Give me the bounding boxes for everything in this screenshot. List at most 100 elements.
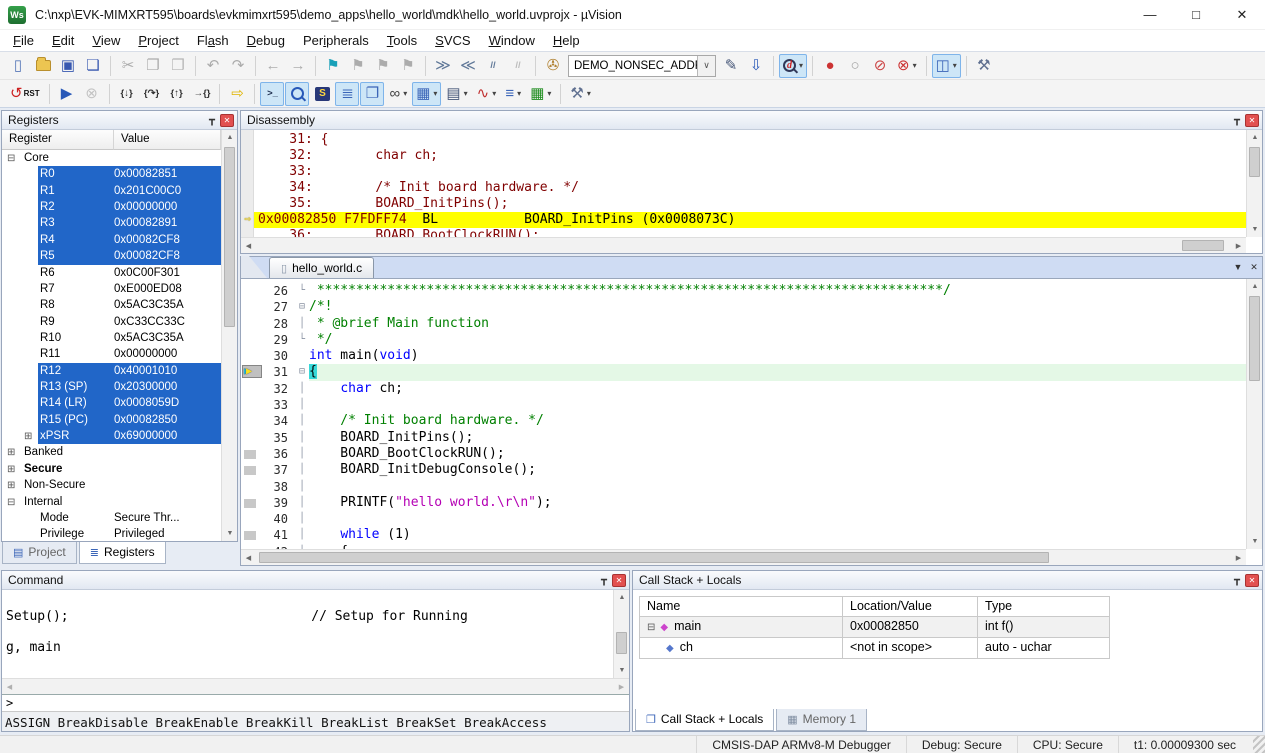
disassembly-line[interactable]: 36: BOARD_BootClockRUN(); <box>241 228 1246 237</box>
maximize-button[interactable]: □ <box>1173 0 1219 29</box>
close-document-button[interactable]: ✕ <box>1246 259 1262 275</box>
bookmark-prev-button[interactable]: ⚑ <box>346 54 370 78</box>
scrollbar-thumb[interactable] <box>259 552 1049 563</box>
menu-file[interactable]: File <box>4 31 43 50</box>
register-row[interactable]: R10x201C00C0 <box>2 183 221 199</box>
code-text[interactable] <box>309 479 1246 495</box>
disassembly-line[interactable]: 33: <box>241 164 1246 180</box>
column-header-type[interactable]: Type <box>978 596 1110 617</box>
paste-button[interactable]: ❒ <box>166 54 190 78</box>
resize-grip[interactable] <box>1253 736 1265 753</box>
register-row[interactable]: ⊟Core <box>2 150 221 166</box>
target-select-combo[interactable]: DEMO_NONSEC_ADDRES∨ <box>568 55 716 77</box>
code-text[interactable]: while (1) <box>309 527 1246 543</box>
menu-debug[interactable]: Debug <box>238 31 294 50</box>
call-stack-row[interactable]: ⊟◆main0x00082850int f() <box>639 617 1110 638</box>
register-row[interactable]: R120x40001010 <box>2 363 221 379</box>
code-line[interactable]: 26└ ************************************… <box>241 283 1246 299</box>
register-row[interactable]: ⊟Internal <box>2 494 221 510</box>
symbol-window-button[interactable]: S <box>310 82 334 106</box>
code-line[interactable]: 38│ <box>241 479 1246 495</box>
show-next-statement-button[interactable]: ⇨ <box>225 82 249 106</box>
disassembly-content[interactable]: ⇨ 31: { 32: char ch; 33: 34: /* Init boa… <box>241 130 1246 237</box>
uncomment-button[interactable]: // <box>506 54 530 78</box>
navigate-forward-button[interactable]: → <box>286 54 310 78</box>
scroll-down-icon[interactable]: ▼ <box>222 526 238 541</box>
scrollbar-thumb[interactable] <box>1249 147 1260 177</box>
scrollbar-thumb[interactable] <box>1249 296 1260 381</box>
disassembly-window-button[interactable] <box>285 82 309 106</box>
bookmark-clear-button[interactable]: ⚑ <box>396 54 420 78</box>
save-all-button[interactable]: ❏ <box>81 54 105 78</box>
pin-icon[interactable]: ┳ <box>1234 575 1240 586</box>
code-text[interactable]: BOARD_BootClockRUN(); <box>309 446 1246 462</box>
register-row[interactable]: R13 (SP)0x20300000 <box>2 379 221 395</box>
register-row[interactable]: R00x00082851 <box>2 166 221 182</box>
tree-expander-icon[interactable]: ⊟ <box>7 495 15 511</box>
code-text[interactable]: * @brief Main function <box>309 316 1246 332</box>
code-text[interactable]: char ch; <box>309 381 1246 397</box>
menu-svcs[interactable]: SVCS <box>426 31 479 50</box>
scroll-right-icon[interactable]: ▶ <box>614 679 629 694</box>
value-column-label[interactable]: Value <box>114 130 221 150</box>
disassembly-line[interactable]: 34: /* Init board hardware. */ <box>241 180 1246 196</box>
register-row[interactable]: R20x00000000 <box>2 199 221 215</box>
register-row[interactable]: R60x0C00F301 <box>2 265 221 281</box>
code-text[interactable]: int main(void) <box>309 348 1246 364</box>
scrollbar-thumb[interactable] <box>616 632 627 654</box>
menu-tools[interactable]: Tools <box>378 31 426 50</box>
register-row[interactable]: ⊞xPSR0x69000000 <box>2 428 221 444</box>
scroll-left-icon[interactable]: ◀ <box>241 550 256 565</box>
step-into-button[interactable]: {↓} <box>115 82 139 106</box>
scrollbar-thumb[interactable] <box>1182 240 1224 251</box>
disassembly-hscrollbar[interactable]: ◀ ▶ <box>241 237 1246 253</box>
bookmark-next-button[interactable]: ⚑ <box>371 54 395 78</box>
code-line[interactable]: 30int main(void) <box>241 348 1246 364</box>
breakpoint-disable-all-button[interactable]: ⊘ <box>868 54 892 78</box>
dropdown-arrow-icon[interactable]: ▾ <box>953 61 957 70</box>
trace-window-button[interactable]: ≡▾ <box>501 82 525 106</box>
code-line[interactable]: 28│ * @brief Main function <box>241 316 1246 332</box>
menu-view[interactable]: View <box>83 31 129 50</box>
dropdown-arrow-icon[interactable]: ▾ <box>799 61 803 70</box>
register-row[interactable]: R90xC33CC33C <box>2 314 221 330</box>
save-button[interactable]: ▣ <box>56 54 80 78</box>
copy-button[interactable]: ❐ <box>141 54 165 78</box>
code-line[interactable]: 40│ <box>241 511 1246 527</box>
step-out-button[interactable]: {↑} <box>165 82 189 106</box>
pin-icon[interactable]: ┳ <box>1234 115 1240 126</box>
dropdown-arrow-icon[interactable]: ▾ <box>403 89 407 98</box>
fold-margin[interactable]: ⊟ <box>295 299 309 315</box>
pin-icon[interactable]: ┳ <box>601 575 607 586</box>
code-text[interactable]: BOARD_InitPins(); <box>309 430 1246 446</box>
scroll-down-icon[interactable]: ▼ <box>1247 534 1263 549</box>
bookmark-toggle-button[interactable]: ⚑ <box>321 54 345 78</box>
breakpoint-kill-all-button[interactable]: ⊗▾ <box>893 54 921 78</box>
code-text[interactable]: ****************************************… <box>309 283 1246 299</box>
stop-button[interactable]: ⊗ <box>80 82 104 106</box>
find-in-files-button[interactable]: d▾ <box>779 54 807 78</box>
reset-button[interactable]: ↺RST <box>6 82 44 106</box>
configure-button[interactable]: ⚒ <box>972 54 996 78</box>
fold-margin[interactable]: ⊟ <box>295 364 309 380</box>
disassembly-line[interactable]: 31: { <box>241 132 1246 148</box>
tree-expander-icon[interactable]: ⊞ <box>7 478 15 494</box>
register-row[interactable]: R40x00082CF8 <box>2 232 221 248</box>
scroll-up-icon[interactable]: ▲ <box>1247 130 1263 145</box>
editor-vscrollbar[interactable]: ▲ ▼ <box>1246 279 1262 549</box>
redo-button[interactable]: ↷ <box>226 54 250 78</box>
open-folder-button[interactable] <box>31 54 55 78</box>
window-layout-button[interactable]: ◫▾ <box>932 54 961 78</box>
command-output[interactable]: Setup(); // Setup for Runningg, main <box>2 590 629 678</box>
code-line[interactable]: 35│ BOARD_InitPins(); <box>241 430 1246 446</box>
scroll-left-icon[interactable]: ◀ <box>241 238 256 253</box>
tab-project[interactable]: ▤Project <box>2 542 77 564</box>
close-window-button[interactable]: ✕ <box>1219 0 1265 29</box>
disassembly-current-line[interactable]: 0x00082850 F7FDFF74 BL BOARD_InitPins (0… <box>241 212 1246 228</box>
close-panel-button[interactable]: ✕ <box>220 114 234 127</box>
menu-flash[interactable]: Flash <box>188 31 238 50</box>
dropdown-arrow-icon[interactable]: ▾ <box>547 89 551 98</box>
tree-expander-icon[interactable]: ⊞ <box>7 462 15 478</box>
document-tab-hello-world[interactable]: ▯ hello_world.c <box>269 257 374 278</box>
call-stack-window-button[interactable]: ❐ <box>360 82 384 106</box>
